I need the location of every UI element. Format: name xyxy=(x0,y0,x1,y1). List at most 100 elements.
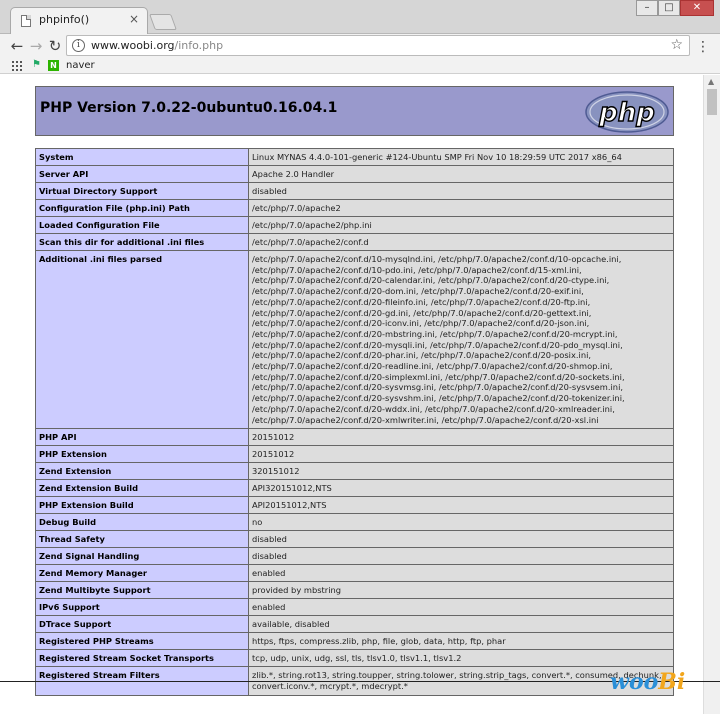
row-key: Zend Extension Build xyxy=(35,479,249,498)
row-key: Server API xyxy=(35,165,249,183)
table-row: Additional .ini files parsed/etc/php/7.0… xyxy=(35,249,674,430)
row-key: Configuration File (php.ini) Path xyxy=(35,199,249,217)
row-value: /etc/php/7.0/apache2 xyxy=(248,199,674,217)
info-icon[interactable]: i xyxy=(72,39,85,52)
bookmark-naver[interactable]: naver xyxy=(66,60,95,71)
value-line: /etc/php/7.0/apache2/conf.d/20-readline.… xyxy=(252,361,613,372)
row-value: disabled xyxy=(248,530,674,549)
row-key: Registered PHP Streams xyxy=(35,632,249,651)
table-row: Server API Apache 2.0 Handler xyxy=(35,165,674,183)
tab-title: phpinfo() xyxy=(39,13,90,26)
value-line: /etc/php/7.0/apache2/conf.d/20-wddx.ini,… xyxy=(252,403,615,414)
row-key: PHP Extension Build xyxy=(35,496,249,515)
row-value: available, disabled xyxy=(248,615,674,634)
row-key: Zend Multibyte Support xyxy=(35,581,249,600)
watermark-part1: woo xyxy=(610,669,659,695)
value-line: /etc/php/7.0/apache2/conf.d/20-sysvshm.i… xyxy=(252,393,625,404)
row-key: Scan this dir for additional .ini files xyxy=(35,233,249,251)
row-value: no xyxy=(248,513,674,532)
row-value: /etc/php/7.0/apache2/php.ini xyxy=(248,216,674,234)
row-value: 20151012 xyxy=(248,428,674,447)
url-host: www.woobi.org xyxy=(91,39,175,52)
php-logo-icon: php xyxy=(585,91,669,133)
table-row: PHP Extension 20151012 xyxy=(35,445,674,464)
bookmarks-bar: ⚑ N naver xyxy=(0,58,720,74)
table-row: System Linux MYNAS 4.4.0-101-generic #124… xyxy=(35,148,674,166)
row-value: 320151012 xyxy=(248,462,674,481)
logo-text: php xyxy=(598,98,655,128)
page-viewport: PHP Version 7.0.22-0ubuntu0.16.04.1 php … xyxy=(0,75,703,714)
row-value: Linux MYNAS 4.4.0-101-generic #124-Ubunt… xyxy=(248,148,674,166)
row-key: Loaded Configuration File xyxy=(35,216,249,234)
table-row: PHP API 20151012 xyxy=(35,428,674,447)
bookmark-star-icon[interactable]: ☆ xyxy=(670,37,683,53)
row-value: API20151012,NTS xyxy=(248,496,674,515)
url-text[interactable]: www.woobi.org/info.php xyxy=(91,39,223,52)
row-value: provided by mbstring xyxy=(248,581,674,600)
new-tab-button[interactable] xyxy=(149,14,177,30)
table-row: Configuration File (php.ini) Path/etc/ph… xyxy=(35,199,674,217)
table-row: Zend Multibyte Support provided by mbstri… xyxy=(35,581,674,600)
table-row: IPv6 Support enabled xyxy=(35,598,674,617)
value-line: /etc/php/7.0/apache2/conf.d/20-gd.ini, /… xyxy=(252,307,592,318)
table-row: Debug Build no xyxy=(35,513,674,532)
value-line: /etc/php/7.0/apache2/conf.d/20-iconv.ini… xyxy=(252,318,590,329)
apps-icon[interactable] xyxy=(12,61,22,71)
table-row: Registered PHP Streams https, ftps, compr… xyxy=(35,632,674,651)
row-key: System xyxy=(35,148,249,166)
value-line: convert.iconv.*, mcrypt.*, mdecrypt.* xyxy=(252,680,408,691)
minimize-button[interactable]: – xyxy=(636,0,658,16)
value-line: /etc/php/7.0/apache2/conf.d/20-simplexml… xyxy=(252,371,625,382)
row-value: tcp, udp, unix, udg, ssl, tls, tlsv1.0, … xyxy=(248,649,674,668)
row-key: DTrace Support xyxy=(35,615,249,634)
row-value: enabled xyxy=(248,564,674,583)
row-key: PHP Extension xyxy=(35,445,249,464)
naver-icon[interactable]: N xyxy=(48,60,59,71)
page-icon xyxy=(21,15,31,27)
table-row: Zend Extension Build API320151012,NTS xyxy=(35,479,674,498)
value-line: /etc/php/7.0/apache2/conf.d/20-sysvmsg.i… xyxy=(252,382,624,393)
row-key: Virtual Directory Support xyxy=(35,182,249,200)
vertical-scrollbar[interactable]: ▲ xyxy=(703,75,720,714)
table-row: Zend Extension 320151012 xyxy=(35,462,674,481)
table-row: Virtual Directory Support disabled xyxy=(35,182,674,200)
scroll-up-icon[interactable]: ▲ xyxy=(708,77,714,86)
window-controls: – □ ✕ xyxy=(636,0,714,16)
maximize-button[interactable]: □ xyxy=(658,0,680,16)
reload-icon[interactable]: ↻ xyxy=(46,37,64,55)
row-value: https, ftps, compress.zlib, php, file, g… xyxy=(248,632,674,651)
value-line: /etc/php/7.0/apache2/conf.d/20-dom.ini, … xyxy=(252,286,584,297)
scrollbar-thumb[interactable] xyxy=(707,89,717,115)
row-value: Apache 2.0 Handler xyxy=(248,165,674,183)
table-row: PHP Extension Build API20151012,NTS xyxy=(35,496,674,515)
row-value: disabled xyxy=(248,547,674,566)
watermark-part2: Bi xyxy=(658,669,686,695)
address-bar[interactable]: i www.woobi.org/info.php ☆ xyxy=(66,35,690,56)
menu-icon[interactable]: ⋮ xyxy=(696,40,710,54)
close-button[interactable]: ✕ xyxy=(680,0,714,16)
tab-close-icon[interactable]: × xyxy=(129,12,139,26)
row-key: Registered Stream Socket Transports xyxy=(35,649,249,668)
table-row: Loaded Configuration File/etc/php/7.0/ap… xyxy=(35,216,674,234)
value-line: /etc/php/7.0/apache2/conf.d/10-mysqlnd.i… xyxy=(252,254,622,264)
value-line: /etc/php/7.0/apache2/conf.d/20-fileinfo.… xyxy=(252,296,591,307)
browser-tab[interactable]: phpinfo() × xyxy=(10,7,148,34)
value-line: /etc/php/7.0/apache2/conf.d/20-mysqli.in… xyxy=(252,339,623,350)
row-key: Debug Build xyxy=(35,513,249,532)
value-line: /etc/php/7.0/apache2/conf.d/10-pdo.ini, … xyxy=(252,264,582,275)
bookmark-icon[interactable]: ⚑ xyxy=(32,59,41,70)
table-row: Scan this dir for additional .ini files /… xyxy=(35,233,674,251)
row-value: disabled xyxy=(248,182,674,200)
forward-icon[interactable]: → xyxy=(27,37,45,55)
value-line: /etc/php/7.0/apache2/conf.d/20-mbstring.… xyxy=(252,328,618,339)
watermark-logo: wooBi xyxy=(610,669,685,695)
table-row: Thread Safety disabled xyxy=(35,530,674,549)
row-value: /etc/php/7.0/apache2/conf.d xyxy=(248,233,674,251)
row-key: Additional .ini files parsed xyxy=(35,249,249,430)
row-key: PHP API xyxy=(35,428,249,447)
info-table: System Linux MYNAS 4.4.0-101-generic #124… xyxy=(35,148,674,696)
value-line: /etc/php/7.0/apache2/conf.d/20-calendar.… xyxy=(252,275,610,286)
url-path: /info.php xyxy=(174,39,224,52)
value-line: zlib.*, string.rot13, string.toupper, st… xyxy=(252,670,662,681)
back-icon[interactable]: ← xyxy=(8,37,26,55)
